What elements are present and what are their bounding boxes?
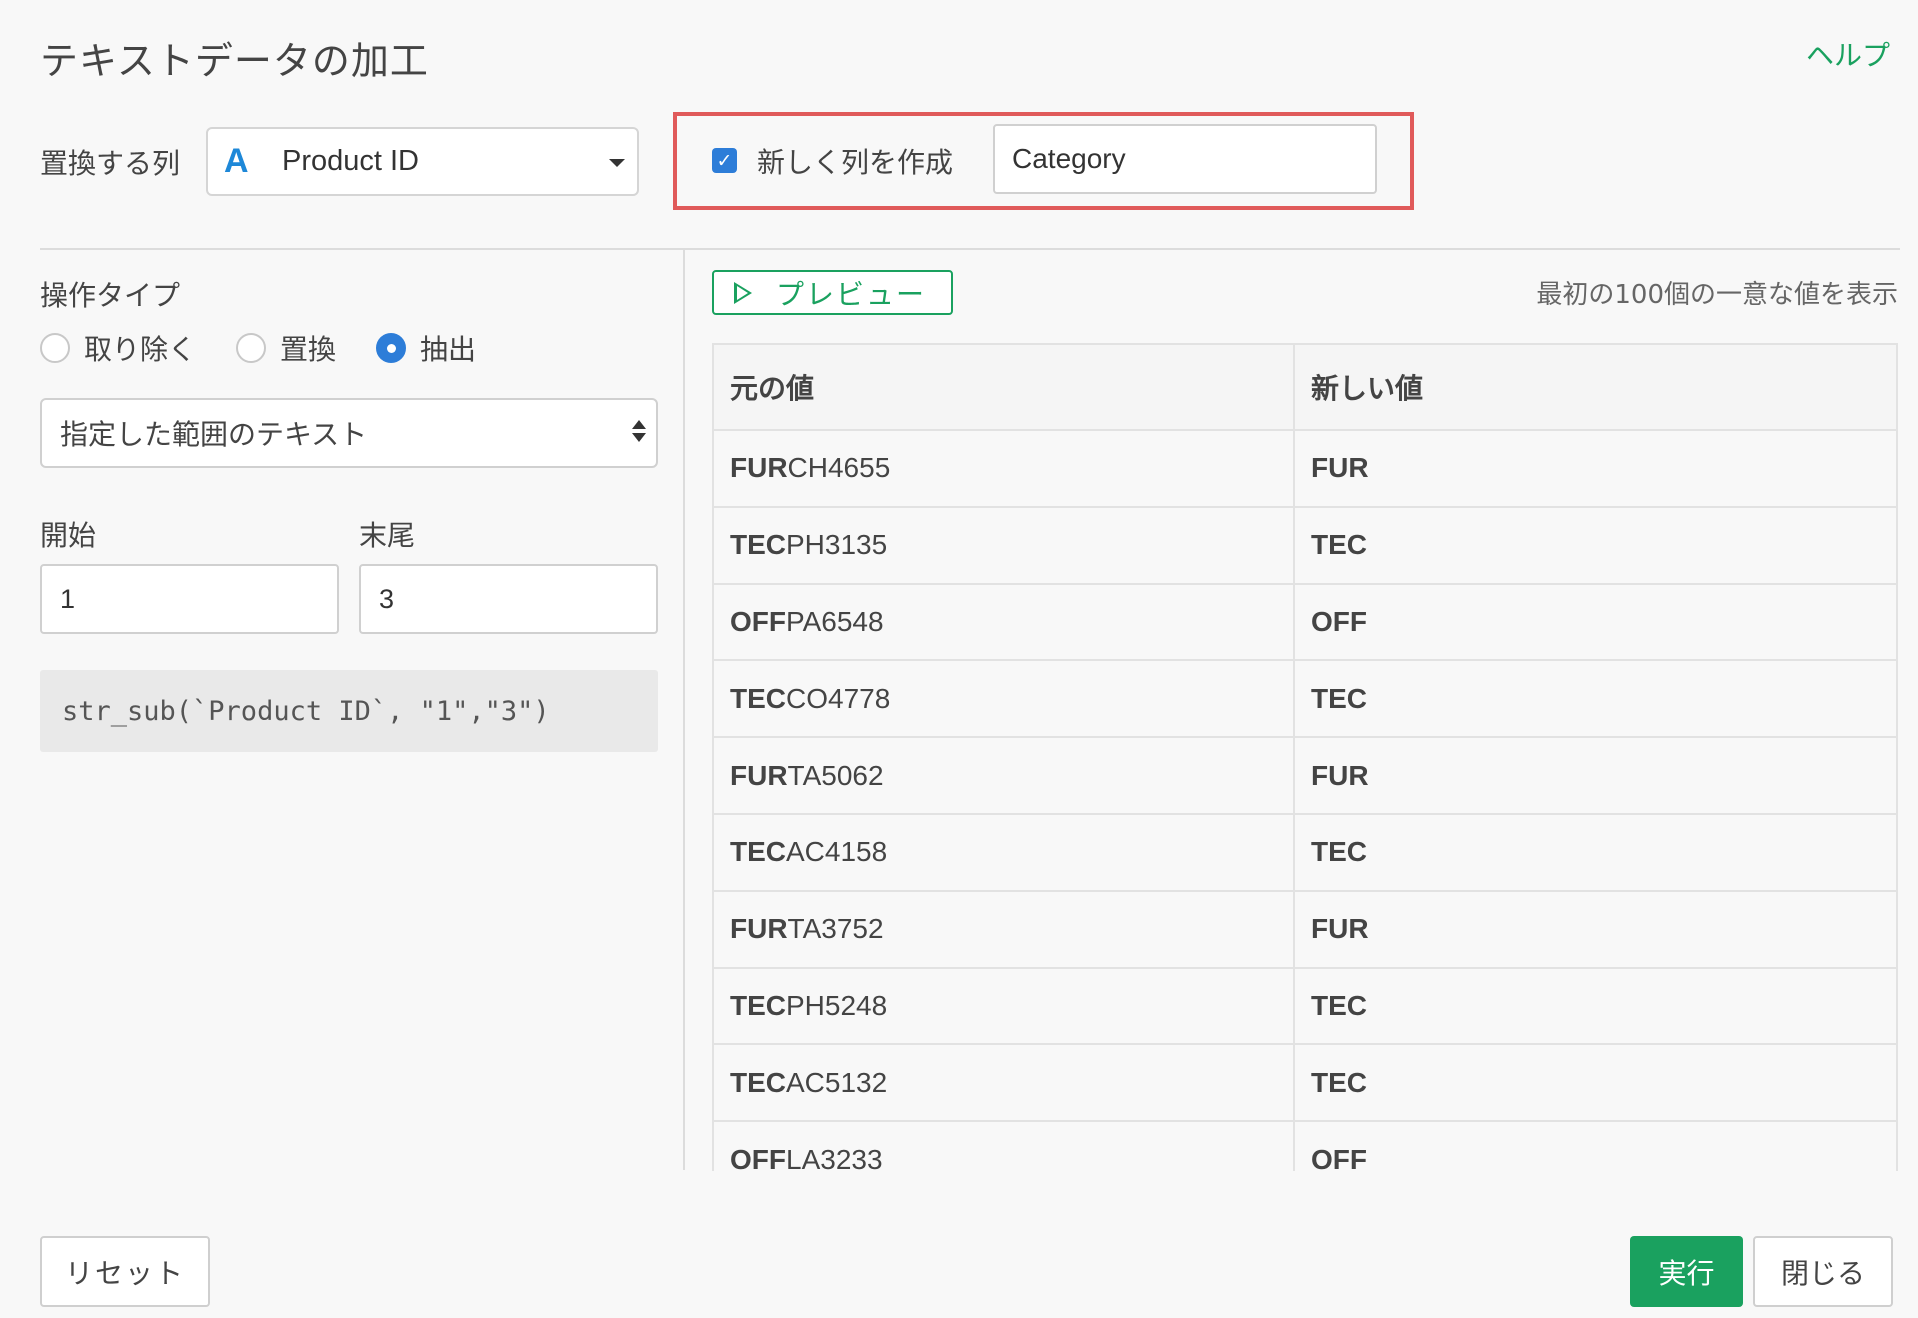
new-value-cell: FUR (1294, 430, 1896, 508)
table-row: TECAC5132 TEC (714, 1044, 1896, 1123)
remaining-text: AC5132 (786, 1066, 888, 1098)
table-row: OFFLA3233 OFF (714, 1121, 1896, 1171)
matched-prefix: FUR (730, 759, 788, 791)
original-value-cell: TECAC4158 (714, 813, 1295, 892)
remaining-text: PH5248 (786, 989, 888, 1021)
target-column-label: 置換する列 (40, 147, 181, 180)
extract-mode-value: 指定した範囲のテキスト (60, 418, 368, 451)
selected-column-value: Product ID (282, 145, 419, 177)
preview-button[interactable]: プレビュー (712, 270, 953, 315)
operation-type-label: 操作タイプ (40, 279, 181, 312)
new-value-cell: TEC (1294, 967, 1896, 1046)
matched-prefix: TEC (730, 836, 786, 868)
table-row: TECPH3135 TEC (714, 506, 1896, 585)
remaining-text: AC4158 (786, 836, 888, 868)
horizontal-divider (40, 248, 1900, 250)
remaining-text: CH4655 (787, 452, 891, 484)
new-value-cell: FUR (1294, 890, 1896, 969)
original-value-cell: TECCO4778 (714, 660, 1295, 739)
matched-prefix: OFF (730, 605, 786, 637)
original-value-cell: OFFLA3233 (714, 1121, 1295, 1171)
new-column-checkbox[interactable]: ✓ (712, 148, 737, 173)
column-header-new: 新しい値 (1294, 345, 1896, 431)
matched-prefix: TEC (730, 1066, 786, 1098)
original-value-cell: FURTA5062 (714, 737, 1295, 815)
new-value-cell: TEC (1294, 1044, 1896, 1123)
preview-button-label: プレビュー (776, 277, 927, 311)
original-value-cell: FURCH4655 (714, 430, 1295, 508)
matched-prefix: TEC (730, 989, 786, 1021)
original-value-cell: FURTA3752 (714, 890, 1295, 969)
target-column-select[interactable]: A Product ID (206, 127, 639, 196)
radio-extract[interactable]: 抽出 (376, 328, 476, 368)
close-button[interactable]: 閉じる (1753, 1236, 1893, 1307)
remaining-text: TA5062 (787, 759, 884, 791)
reset-button[interactable]: リセット (40, 1236, 210, 1307)
remaining-text: PA6548 (786, 605, 884, 637)
remaining-text: TA3752 (787, 913, 884, 945)
table-row: TECAC4158 TEC (714, 813, 1896, 892)
original-value-cell: TECPH5248 (714, 967, 1295, 1046)
start-input[interactable] (40, 564, 339, 634)
remaining-text: PH3135 (786, 529, 888, 561)
original-value-cell: OFFPA6548 (714, 583, 1295, 662)
new-column-name-input[interactable] (993, 124, 1377, 194)
end-input[interactable] (359, 564, 658, 634)
checkmark-icon: ✓ (716, 149, 733, 172)
preview-table: 元の値 新しい値 FURCH4655 FUR TECPH3135 TEC OFF… (714, 345, 1896, 1171)
matched-prefix: FUR (730, 913, 788, 945)
table-row: TECCO4778 TEC (714, 660, 1896, 739)
run-button[interactable]: 実行 (1630, 1236, 1743, 1307)
text-processing-dialog: テキストデータの加工 ヘルプ 置換する列 A Product ID ✓ 新しく列… (0, 0, 1918, 1318)
radio-label: 置換 (280, 333, 337, 366)
radio-label: 抽出 (420, 333, 477, 366)
start-label: 開始 (40, 519, 97, 552)
matched-prefix: TEC (730, 529, 786, 561)
table-row: TECPH5248 TEC (714, 967, 1896, 1046)
radio-button-checked[interactable] (376, 333, 407, 363)
new-value-cell: OFF (1294, 1121, 1896, 1171)
caret-down-icon (609, 159, 625, 167)
new-column-checkbox-label[interactable]: 新しく列を作成 (757, 141, 953, 181)
matched-prefix: FUR (730, 452, 788, 484)
radio-remove[interactable]: 取り除く (40, 328, 196, 368)
original-value-cell: TECAC5132 (714, 1044, 1295, 1123)
extract-mode-select[interactable]: 指定した範囲のテキスト (40, 398, 658, 468)
matched-prefix: OFF (730, 1143, 786, 1171)
radio-replace[interactable]: 置換 (236, 328, 336, 368)
matched-prefix: TEC (730, 682, 786, 714)
new-value-cell: OFF (1294, 583, 1896, 662)
remaining-text: LA3233 (786, 1143, 883, 1171)
help-link[interactable]: ヘルプ (1806, 34, 1890, 74)
table-row: OFFPA6548 OFF (714, 583, 1896, 662)
column-header-original: 元の値 (714, 345, 1295, 431)
table-row: FURTA3752 FUR (714, 890, 1896, 969)
vertical-divider (683, 250, 685, 1170)
preview-note: 最初の100個の一意な値を表示 (1536, 280, 1898, 310)
radio-button[interactable] (236, 333, 267, 363)
original-value-cell: TECPH3135 (714, 506, 1295, 585)
table-header-row: 元の値 新しい値 (714, 345, 1896, 431)
preview-table-container[interactable]: 元の値 新しい値 FURCH4655 FUR TECPH3135 TEC OFF… (712, 343, 1898, 1171)
new-value-cell: TEC (1294, 660, 1896, 739)
radio-button[interactable] (40, 333, 70, 363)
new-value-cell: FUR (1294, 737, 1896, 815)
dialog-title: テキストデータの加工 (40, 39, 429, 83)
select-arrows-icon (632, 420, 646, 442)
new-value-cell: TEC (1294, 813, 1896, 892)
operation-radio-group: 取り除く 置換 抽出 (40, 328, 516, 368)
table-row: FURTA5062 FUR (714, 737, 1896, 815)
remaining-text: CO4778 (786, 682, 891, 714)
play-icon (734, 281, 752, 304)
end-label: 末尾 (359, 519, 416, 552)
table-row: FURCH4655 FUR (714, 430, 1896, 508)
generated-code: str_sub(`Product ID`, "1","3") (40, 670, 658, 752)
new-value-cell: TEC (1294, 506, 1896, 585)
text-type-icon: A (224, 142, 249, 180)
radio-label: 取り除く (84, 333, 197, 366)
